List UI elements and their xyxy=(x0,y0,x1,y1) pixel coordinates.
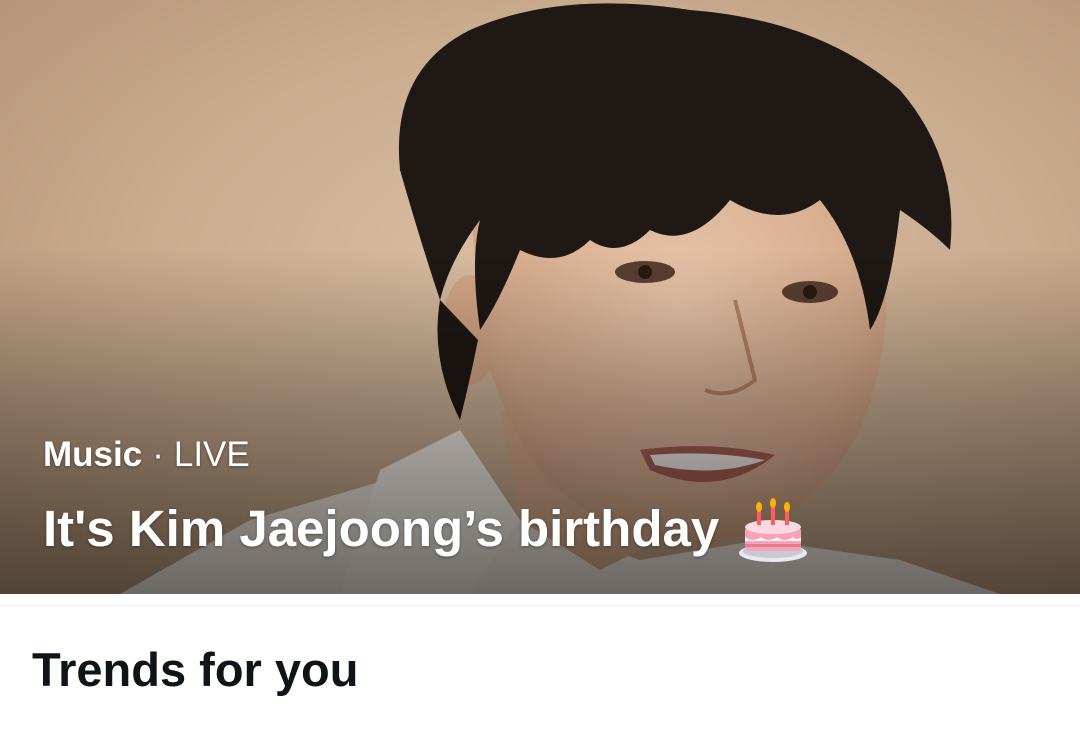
trend-headline-text: It's Kim Jaejoong’s birthday xyxy=(43,500,720,557)
trend-hero-card[interactable]: Music · LIVE It's Kim Jaejoong’s birthday xyxy=(0,0,1080,594)
trend-meta: Music · LIVE xyxy=(43,433,809,477)
trend-text-block: Music · LIVE It's Kim Jaejoong’s birthday xyxy=(43,433,809,563)
trends-section-title: Trends for you xyxy=(32,643,359,696)
meta-separator: · xyxy=(152,435,164,474)
trend-category: Music xyxy=(43,435,143,474)
trend-headline[interactable]: It's Kim Jaejoong’s birthday xyxy=(43,495,809,563)
live-status: LIVE xyxy=(173,435,250,474)
birthday-cake-icon xyxy=(739,498,808,562)
